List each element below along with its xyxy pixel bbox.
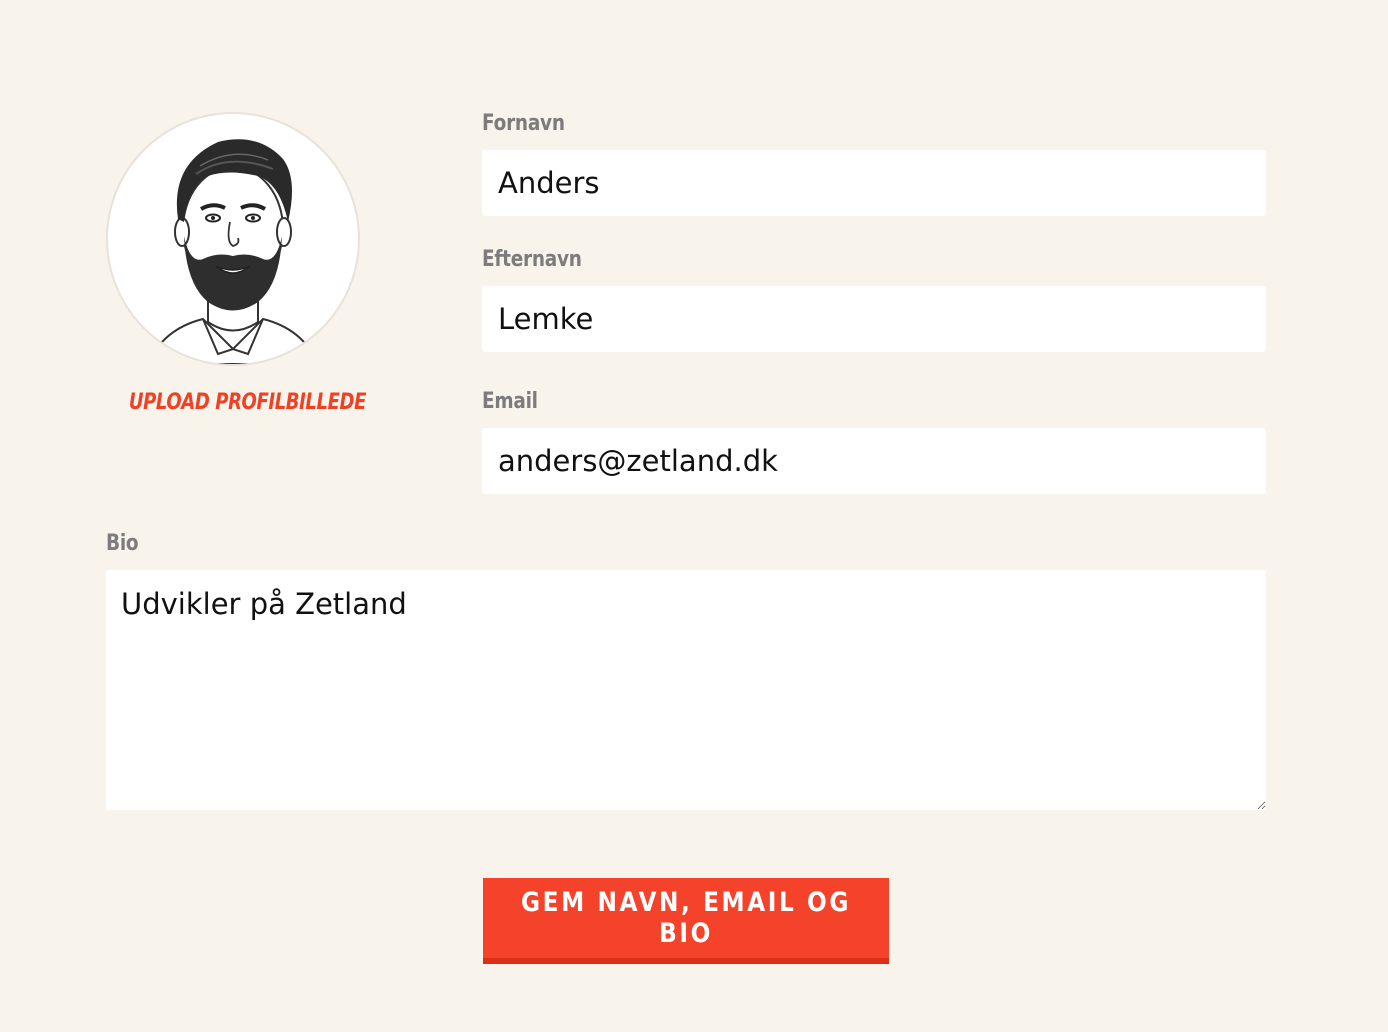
last-name-input[interactable] — [482, 286, 1266, 352]
upload-profile-picture-link[interactable]: UPLOAD PROFILBILLEDE — [129, 390, 367, 415]
bio-textarea[interactable]: Udvikler på Zetland — [106, 570, 1266, 810]
avatar-illustration-icon — [146, 139, 320, 364]
profile-avatar[interactable] — [106, 112, 360, 366]
first-name-input[interactable] — [482, 150, 1266, 216]
bio-label: Bio — [106, 531, 139, 556]
email-input[interactable] — [482, 428, 1266, 494]
first-name-label: Fornavn — [482, 111, 565, 136]
email-label: Email — [482, 389, 538, 414]
last-name-label: Efternavn — [482, 247, 582, 272]
save-name-email-bio-button[interactable]: GEM NAVN, EMAIL OG BIO — [483, 878, 889, 964]
save-button-label: GEM NAVN, EMAIL OG BIO — [521, 887, 851, 949]
profile-settings-page: UPLOAD PROFILBILLEDE Fornavn Efternavn E… — [0, 0, 1388, 1032]
